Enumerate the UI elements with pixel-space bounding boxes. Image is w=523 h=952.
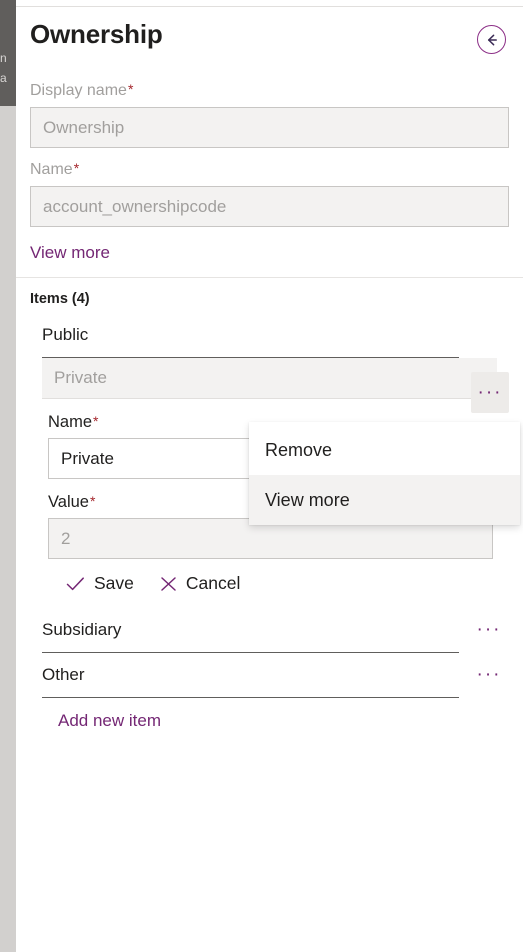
list-item-label: Subsidiary (42, 620, 122, 639)
view-more-link[interactable]: View more (30, 243, 110, 263)
background-light-strip (0, 106, 16, 952)
checkmark-icon (66, 576, 85, 592)
list-item-label: Public (42, 325, 89, 344)
name-required-marker: * (73, 160, 80, 176)
edit-actions: Save Cancel (66, 573, 493, 594)
display-name-label-text: Display name (30, 82, 127, 99)
name-input[interactable]: account_ownershipcode (30, 186, 509, 227)
edit-value-label-text: Value (48, 493, 89, 511)
list-item[interactable]: Other ··· (42, 653, 499, 698)
context-menu: Remove View more (249, 422, 520, 525)
name-label: Name* (30, 158, 509, 180)
list-item-overflow-icon[interactable]: ··· (471, 660, 507, 690)
cross-icon (160, 576, 177, 592)
background-ghost-text-2: a (0, 72, 7, 85)
edit-name-required-marker: * (93, 413, 99, 429)
list-item-overflow-icon[interactable]: ··· (471, 615, 507, 645)
display-name-required-marker: * (127, 81, 134, 97)
list-item-label: Other (42, 665, 85, 684)
panel-header: Ownership (16, 7, 523, 69)
name-label-text: Name (30, 161, 73, 178)
ownership-flyout-panel: Ownership Display name* Ownership Name* … (16, 6, 523, 952)
edit-value-required-marker: * (89, 493, 96, 509)
items-heading: Items (4) (30, 291, 90, 307)
cancel-button[interactable]: Cancel (160, 573, 240, 594)
list-item-overflow-button[interactable]: ··· (471, 372, 509, 413)
back-arrow-icon[interactable] (477, 25, 506, 54)
display-name-label: Display name* (30, 79, 509, 101)
list-item[interactable]: Subsidiary ··· (42, 608, 499, 653)
save-button[interactable]: Save (66, 573, 134, 594)
page-title: Ownership (30, 19, 163, 49)
list-item[interactable]: Public (42, 313, 459, 358)
cancel-button-label: Cancel (185, 573, 241, 593)
menu-item-view-more[interactable]: View more (249, 475, 520, 525)
add-new-item-link[interactable]: Add new item (58, 711, 161, 731)
background-dark-strip: n a (0, 0, 16, 106)
save-button-label: Save (94, 573, 134, 593)
display-name-input[interactable]: Ownership (30, 107, 509, 148)
section-divider (16, 277, 523, 278)
background-ghost-text-1: n (0, 52, 7, 65)
menu-item-remove[interactable]: Remove (249, 425, 520, 475)
upper-form: Display name* Ownership Name* account_ow… (16, 79, 523, 277)
list-item-editing-placeholder: Private (42, 358, 497, 399)
edit-name-label-text: Name (48, 413, 93, 431)
list-item-label: Private (54, 368, 107, 387)
